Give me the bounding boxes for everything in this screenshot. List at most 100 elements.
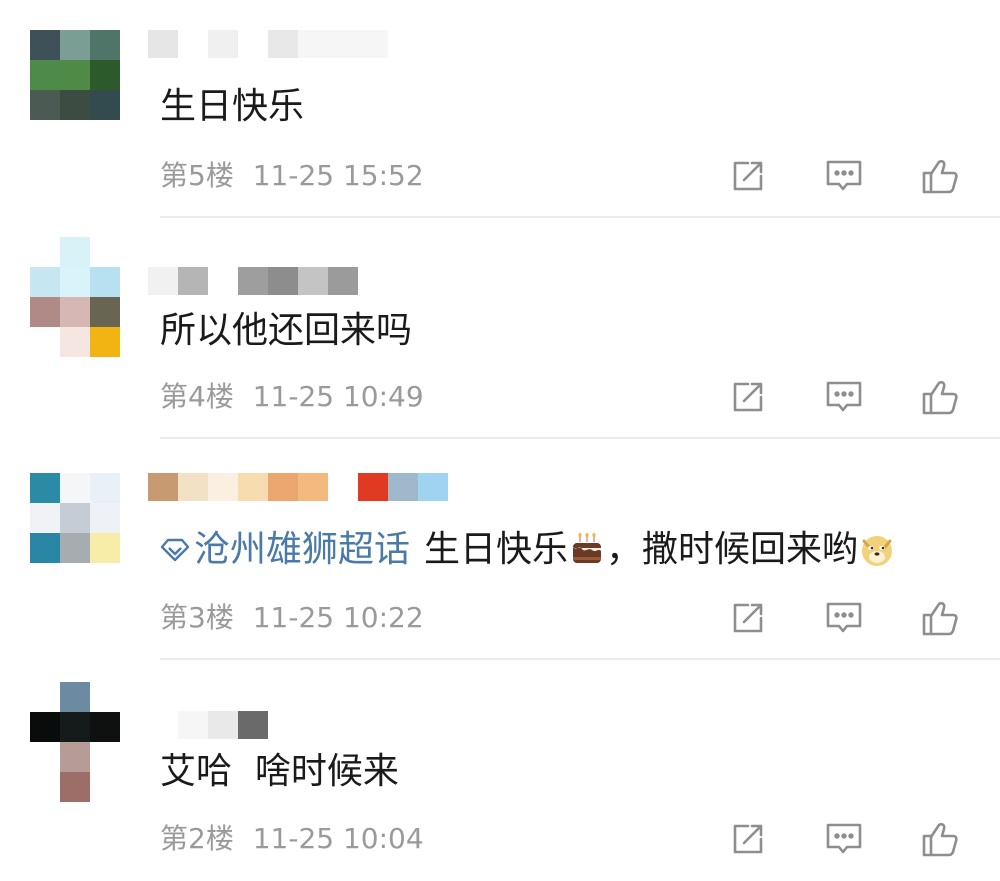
avatar-pixel [60,712,90,742]
timestamp: 11-25 10:04 [252,822,424,855]
floor-number: 第2楼 [160,822,234,855]
avatar-pixel [60,237,90,267]
username-pixel [268,30,298,58]
timestamp: 11-25 10:49 [252,380,424,413]
topic-name: 沧州雄狮超话 [194,529,411,570]
avatar-pixel [90,473,120,503]
avatar-pixel [30,237,60,267]
like-button[interactable] [920,819,960,859]
diamond-icon [160,538,190,562]
like-icon [922,822,958,857]
comment-text-content: 艾哈 啥时候来 [160,751,399,792]
reply-button[interactable] [824,156,864,196]
avatar-pixel [30,327,60,357]
comment-item: 沧州雄狮超话 生日快乐 ，撒时候回来哟 第3楼 11-25 10:22 [0,440,1000,661]
comment-icon [826,823,862,854]
avatar[interactable] [30,30,120,120]
like-button[interactable] [920,598,960,638]
share-button[interactable] [728,819,768,859]
avatar-pixel [30,742,60,772]
comment-actions [672,819,960,859]
username-pixel [238,473,268,501]
username-pixel [208,711,238,739]
share-button[interactable] [728,156,768,196]
comment-actions [672,598,960,638]
avatar-pixel [60,267,90,297]
share-button[interactable] [728,598,768,638]
username-pixel [268,473,298,501]
avatar-pixel [90,60,120,90]
avatar[interactable] [30,473,120,563]
username-pixel [178,267,208,295]
comment-icon [826,602,862,633]
share-button[interactable] [728,377,768,417]
doge-emoji [862,536,893,566]
username-pixel [178,30,208,58]
username-pixel [148,267,178,295]
username-pixel [298,30,388,58]
comment-item: 生日快乐 第5楼 11-25 15:52 [0,0,1000,219]
cake-emoji [573,533,602,563]
avatar-pixel [90,237,120,267]
share-icon [733,603,763,633]
comment-actions [672,156,960,196]
like-icon [922,159,958,194]
divider [160,658,1000,660]
avatar-pixel [30,90,60,120]
divider [160,216,1000,218]
username-pixel [178,473,208,501]
avatar-pixel [60,503,90,533]
avatar-pixel [60,90,90,120]
avatar-pixel [90,712,120,742]
username-pixelated[interactable] [148,30,388,58]
username-pixel [208,473,238,501]
username-pixelated[interactable] [148,473,448,501]
comment-meta: 第2楼 11-25 10:04 [160,821,424,857]
share-icon [733,824,763,854]
avatar-pixel [30,533,60,563]
avatar-pixel [60,473,90,503]
reply-button[interactable] [824,819,864,859]
username-pixel [148,711,178,739]
username-pixel [238,711,268,739]
username-pixel [148,30,178,58]
like-button[interactable] [920,377,960,417]
username-pixel [178,711,208,739]
comment-actions [672,377,960,417]
avatar-pixel [90,90,120,120]
avatar-pixel [90,533,120,563]
comment-icon [826,160,862,191]
avatar-pixel [60,60,90,90]
timestamp: 11-25 10:22 [252,601,424,634]
avatar[interactable] [30,682,120,802]
avatar-pixel [30,772,60,802]
avatar-pixel [90,30,120,60]
floor-number: 第4楼 [160,380,234,413]
share-icon [733,161,763,191]
comment-meta: 第4楼 11-25 10:49 [160,379,424,415]
comment-text-content: 生日快乐 [424,529,569,570]
avatar[interactable] [30,237,120,357]
avatar-pixel [30,267,60,297]
reply-button[interactable] [824,377,864,417]
topic-link[interactable]: 沧州雄狮超话 [160,527,410,573]
username-pixelated[interactable] [148,711,268,739]
avatar-pixel [90,327,120,357]
reply-button[interactable] [824,598,864,638]
username-pixel [238,30,268,58]
share-icon [733,382,763,412]
like-icon [922,380,958,415]
comment-text-content: 生日快乐 [160,86,305,127]
username-pixelated[interactable] [148,267,358,295]
username-pixel [238,267,268,295]
username-pixel [208,30,238,58]
like-button[interactable] [920,156,960,196]
comment-feed: 生日快乐 第5楼 11-25 15:52 所以他还回来吗 第4楼 11-25 1… [0,0,1000,881]
username-pixel [298,267,328,295]
avatar-pixel [30,60,60,90]
username-pixel [268,267,298,295]
comment-text: 生日快乐 [160,84,304,130]
comment-text: 艾哈 啥时候来 [160,749,399,795]
username-pixel [208,267,238,295]
username-pixel [388,473,418,501]
